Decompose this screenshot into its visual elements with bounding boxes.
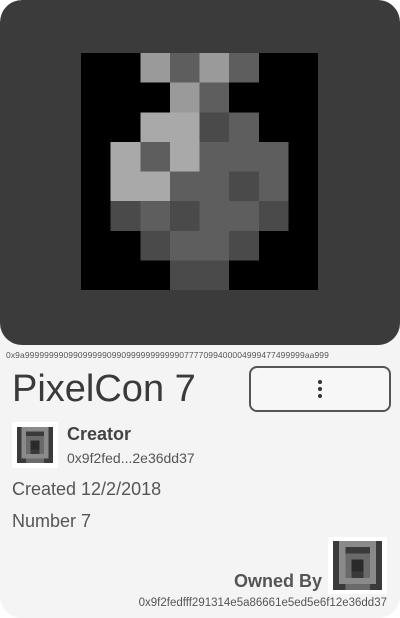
pixelcon-number: Number 7 <box>12 511 92 531</box>
owned-by-label: Owned By <box>233 571 322 591</box>
creator-address-link[interactable]: 0x9f2fed...2e36dd37 <box>67 450 195 466</box>
pixelcon-artwork-panel <box>0 0 400 345</box>
owner-address-link[interactable]: 0x9f2fedfff291314e5a86661e5ed5e6f12e36dd… <box>139 597 387 609</box>
created-date: Created 12/2/2018 <box>12 479 162 499</box>
page-title: PixelCon 7 <box>12 368 196 410</box>
pixelcon-card: 0x9a999999990990999990990999999999990777… <box>0 0 400 618</box>
pixelcon-hex-id: 0x9a999999990990999990990999999999990777… <box>6 350 329 360</box>
pixelcon-avatar-icon <box>17 427 53 463</box>
creator-avatar[interactable] <box>12 422 58 468</box>
pixelcon-avatar-icon <box>333 541 382 590</box>
creator-label: Creator <box>67 424 132 444</box>
owner-avatar[interactable] <box>328 537 387 594</box>
pixelcon-artwork <box>81 53 318 290</box>
more-vertical-icon <box>318 380 322 398</box>
more-options-button[interactable] <box>249 366 391 412</box>
